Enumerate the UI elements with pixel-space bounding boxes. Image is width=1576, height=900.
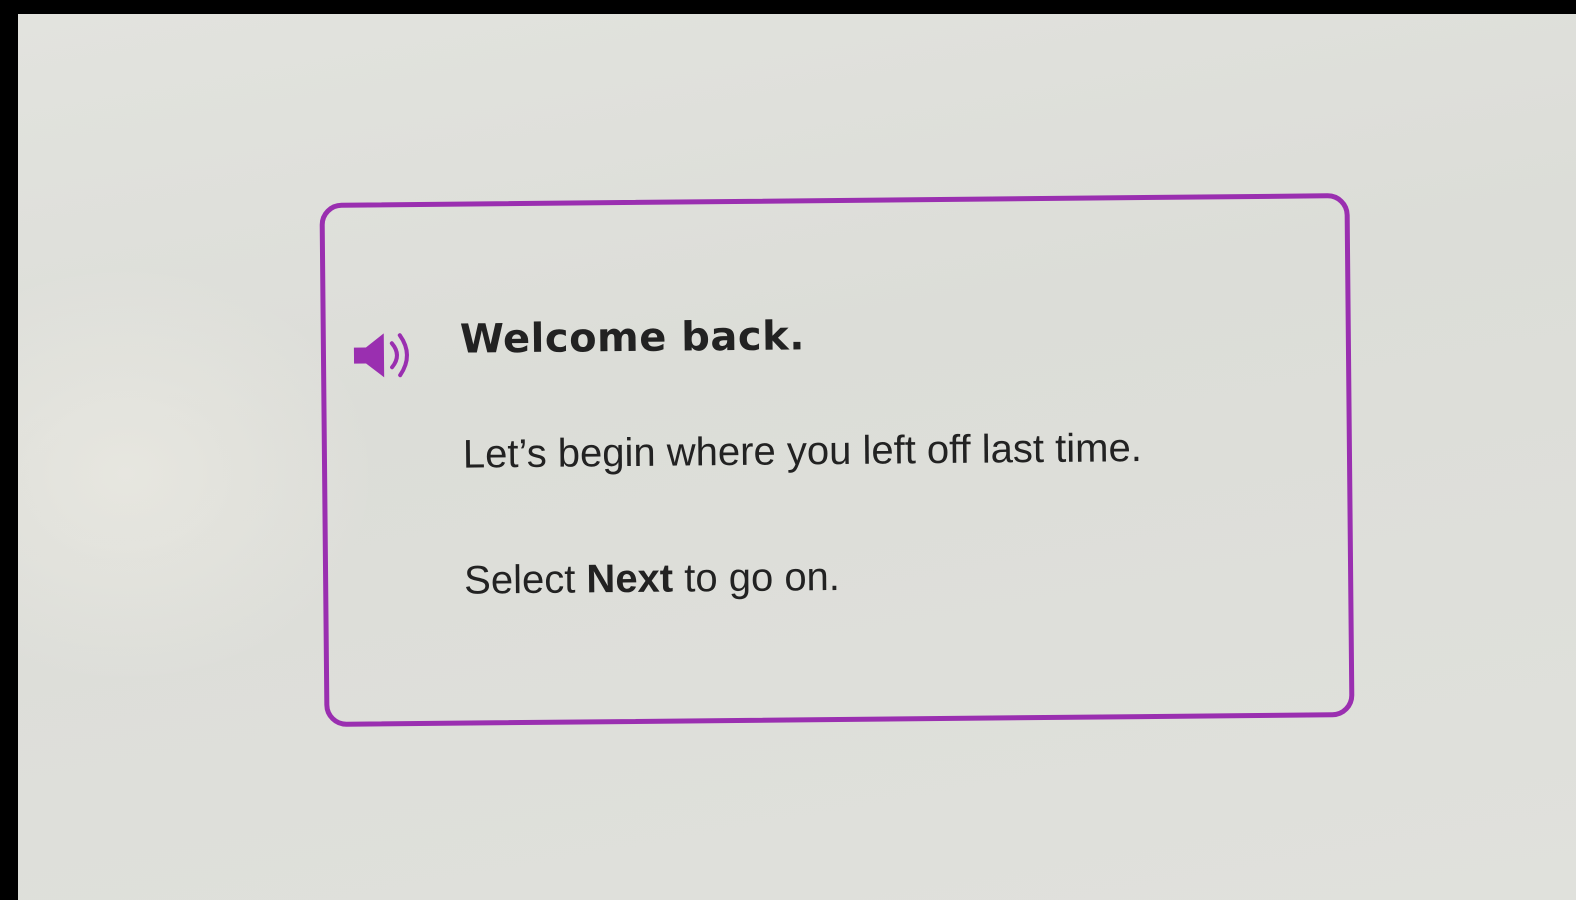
screen: Welcome back. Let’s begin where you left…: [18, 14, 1576, 900]
welcome-dialog: Welcome back. Let’s begin where you left…: [319, 193, 1355, 727]
dialog-instruction: Select Next to go on.: [464, 555, 840, 604]
instruction-prefix: Select: [463, 557, 587, 603]
dialog-message: Let’s begin where you left off last time…: [462, 426, 1143, 477]
instruction-suffix: to go on.: [672, 554, 841, 601]
instruction-next-keyword: Next: [586, 556, 674, 602]
dialog-title: Welcome back.: [459, 313, 806, 363]
speaker-audio-icon[interactable]: [350, 327, 421, 384]
